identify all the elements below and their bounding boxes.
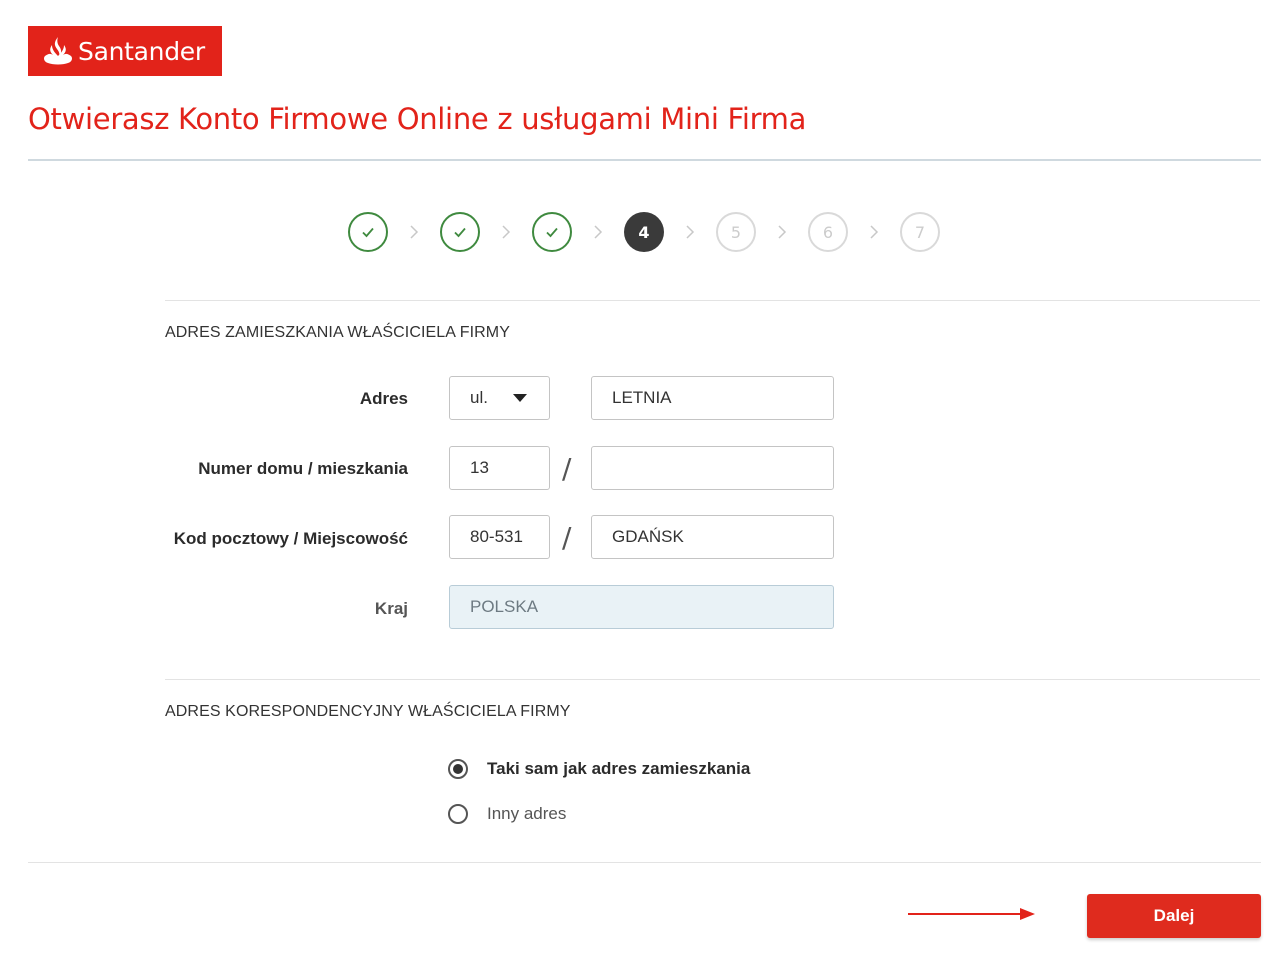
radio-button-checked[interactable] [448,759,468,779]
next-button[interactable]: Dalej [1087,894,1261,938]
house-number-input[interactable]: 13 [449,446,550,490]
progress-stepper: 4 5 6 7 [348,212,940,252]
chevron-right-icon [410,225,419,239]
step-separator [480,224,532,240]
step-separator [388,224,440,240]
chevron-right-icon [686,225,695,239]
step-separator [572,224,624,240]
chevron-right-icon [594,225,603,239]
arrow-right-icon [908,908,1035,920]
title-divider [28,159,1261,161]
city-value: GDAŃSK [612,527,684,546]
address-label: Adres [359,389,408,408]
flat-number-input[interactable] [591,446,834,490]
step-separator [848,224,900,240]
page-title: Otwierasz Konto Firmowe Online z usługam… [28,102,807,136]
street-prefix-value: ul. [470,388,488,407]
step-5: 5 [716,212,756,252]
radio-label: Taki sam jak adres zamieszkania [487,759,751,778]
step-3 [532,212,572,252]
step-4: 4 [624,212,664,252]
step-separator [756,224,808,240]
house-number-label: Numer domu / mieszkania [198,459,408,478]
radio-label: Inny adres [487,804,567,823]
street-value: LETNIA [612,388,672,407]
correspondence-section-title: ADRES KORESPONDENCYJNY WŁAŚCICIELA FIRMY [165,703,571,720]
step-2 [440,212,480,252]
check-icon [546,227,558,238]
step-6: 6 [808,212,848,252]
street-input[interactable]: LETNIA [591,376,834,420]
caret-down-icon [513,394,527,402]
chevron-right-icon [778,225,787,239]
city-input[interactable]: GDAŃSK [591,515,834,559]
country-field: POLSKA [449,585,834,629]
section-divider [165,300,1260,301]
radio-button[interactable] [448,804,468,824]
residence-section-title: ADRES ZAMIESZKANIA WŁAŚCICIELA FIRMY [165,324,511,341]
check-icon [454,227,466,238]
step-7: 7 [900,212,940,252]
country-label: Kraj [374,599,408,618]
chevron-right-icon [870,225,879,239]
postal-city-label: Kod pocztowy / Miejscowość [173,529,408,548]
radio-same-address[interactable]: Taki sam jak adres zamieszkania [448,759,750,779]
chevron-right-icon [502,225,511,239]
postal-code-value: 80-531 [470,527,523,546]
santander-flame-icon [44,37,72,65]
check-icon [362,227,374,238]
radio-other-address[interactable]: Inny adres [448,804,566,824]
brand-name: Santander [78,36,205,66]
santander-logo[interactable]: Santander [28,26,222,76]
step-1 [348,212,388,252]
step-separator [664,224,716,240]
street-prefix-select[interactable]: ul. [449,376,550,420]
field-separator: / [562,521,572,554]
field-separator: / [562,452,572,485]
house-number-value: 13 [470,458,489,477]
section-divider [165,679,1260,680]
footer-divider [28,862,1261,863]
country-value: POLSKA [470,597,539,616]
postal-code-input[interactable]: 80-531 [449,515,550,559]
